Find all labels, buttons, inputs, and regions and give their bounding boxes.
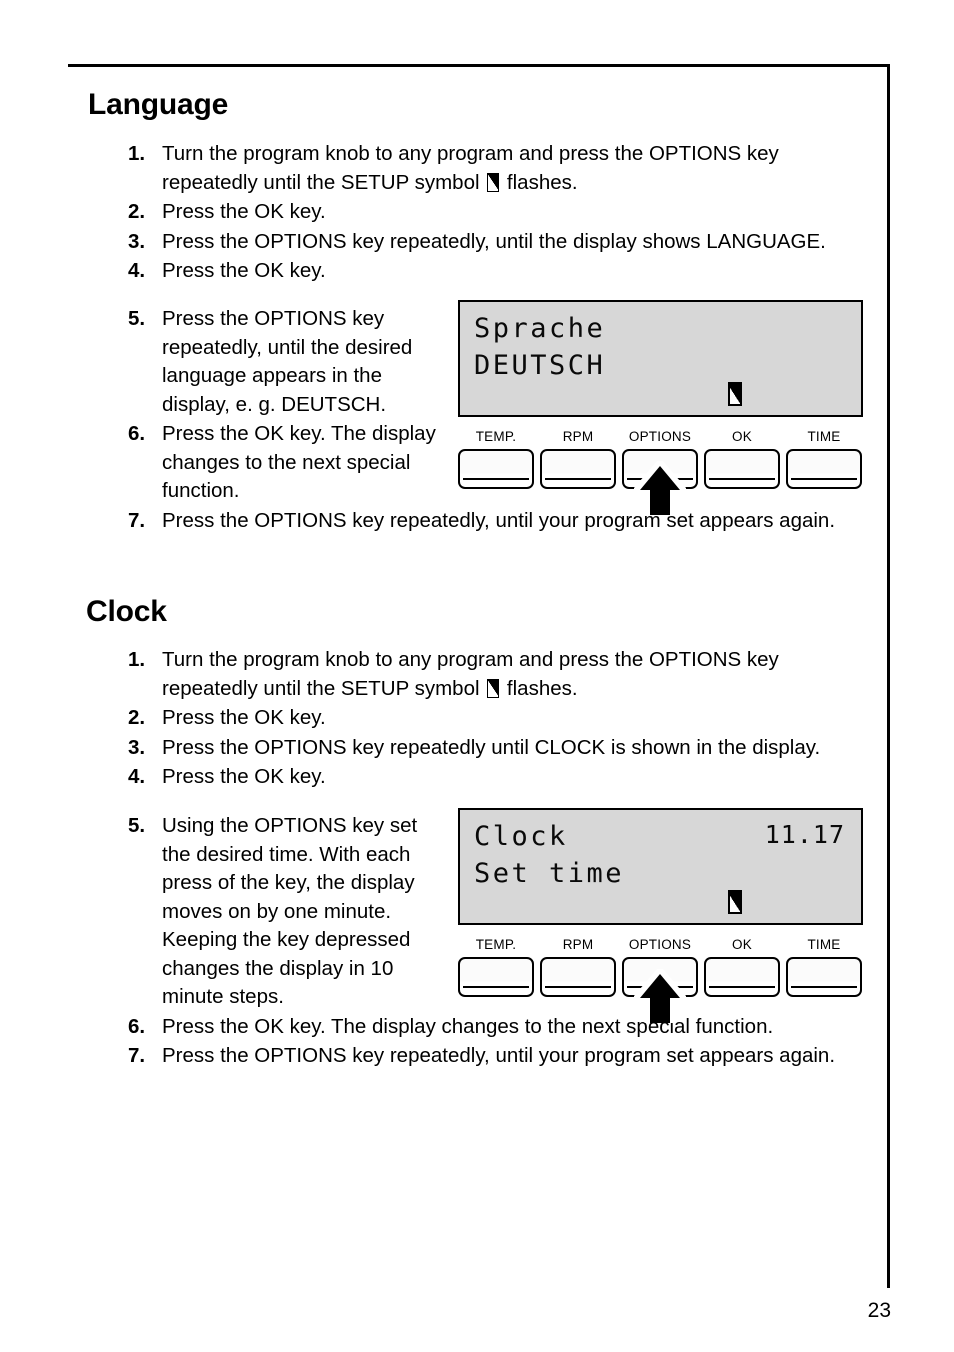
step-text: Press the OK key. The display changes to… (162, 422, 436, 502)
pointer-arrow-icon (634, 461, 686, 515)
key-label-temp: TEMP. (475, 937, 517, 952)
key-label-ok: OK (732, 937, 752, 952)
list-item: 7. Press the OPTIONS key repeatedly, unt… (128, 507, 882, 536)
list-item: 4. Press the OK key. (128, 763, 868, 792)
clock-steps-5-7: 5. Using the OPTIONS key set the desired… (128, 812, 835, 1072)
page-right-rule (887, 64, 890, 1288)
time-button[interactable] (786, 449, 862, 489)
step-text: Turn the program knob to any program and… (162, 648, 779, 700)
step-text: Press the OPTIONS key repeatedly, until … (162, 508, 836, 532)
control-panel-illustration-language: Sprache DEUTSCH TEMP. RPM OPTIONS OK TIM… (458, 300, 863, 515)
lcd-setup-symbol-icon (728, 890, 742, 914)
setup-symbol-icon (487, 678, 500, 698)
ok-button[interactable] (704, 957, 780, 997)
lcd-display: Clock 11.17 Set time (458, 808, 863, 925)
key-row: TEMP. RPM OPTIONS OK TIME (458, 937, 863, 1023)
list-item: 7. Press the OPTIONS key repeatedly, unt… (128, 1042, 892, 1071)
key-row: TEMP. RPM OPTIONS OK TIME (458, 429, 863, 515)
lcd-line-1: Sprache (474, 313, 606, 344)
pointer-arrow-icon (634, 969, 686, 1023)
key-label-rpm: RPM (562, 937, 594, 952)
step-number: 2. (128, 200, 146, 223)
lcd-display: Sprache DEUTSCH (458, 300, 863, 417)
lcd-line-1: Clock (474, 821, 568, 852)
key-label-rpm: RPM (562, 429, 594, 444)
step-text: Press the OK key. (162, 706, 326, 729)
step-number: 7. (128, 508, 146, 532)
step-text: Press the OPTIONS key repeatedly, until … (162, 1044, 836, 1067)
list-item: 5. Using the OPTIONS key set the desired… (128, 812, 448, 1012)
temp-button[interactable] (458, 957, 534, 997)
step-number: 4. (128, 259, 146, 282)
rpm-button[interactable] (540, 449, 616, 489)
time-button[interactable] (786, 957, 862, 997)
page-top-rule (68, 64, 890, 67)
step-number: 7. (128, 1044, 146, 1067)
key-label-time: TIME (807, 429, 841, 444)
step-number: 1. (128, 142, 146, 165)
step-text: Press the OPTIONS key repeatedly, until … (162, 307, 413, 416)
key-label-options: OPTIONS (628, 429, 692, 444)
lcd-time-value: 11.17 (764, 820, 845, 849)
step-text: Press the OK key. The display changes to… (162, 1014, 774, 1038)
list-item: 1. Turn the program knob to any program … (128, 646, 868, 703)
language-steps-1-4: 1. Turn the program knob to any program … (128, 140, 868, 287)
section-title-language: Language (88, 88, 229, 121)
ok-button[interactable] (704, 449, 780, 489)
step-number: 2. (128, 706, 146, 729)
step-number: 6. (128, 1014, 146, 1038)
lcd-line-2: DEUTSCH (474, 350, 606, 381)
manual-page: Language 1. Turn the program knob to any… (0, 0, 954, 1352)
list-item: 2. Press the OK key. (128, 704, 868, 733)
control-panel-illustration-clock: Clock 11.17 Set time TEMP. RPM OPTIONS O… (458, 808, 863, 1023)
step-number: 6. (128, 422, 146, 445)
list-item: 1. Turn the program knob to any program … (128, 140, 868, 197)
list-item: 5. Press the OPTIONS key repeatedly, unt… (128, 305, 446, 419)
step-text: Using the OPTIONS key set the desired ti… (162, 814, 418, 1008)
key-label-ok: OK (732, 429, 752, 444)
page-number: 23 (867, 1299, 891, 1322)
step-number: 4. (128, 765, 146, 788)
temp-button[interactable] (458, 449, 534, 489)
step-text: Press the OPTIONS key repeatedly until C… (162, 735, 821, 759)
clock-steps-1-4: 1. Turn the program knob to any program … (128, 646, 868, 793)
step-number: 3. (128, 735, 146, 759)
section-title-clock: Clock (86, 595, 167, 628)
list-item: 2. Press the OK key. (128, 198, 868, 227)
list-item: 3. Press the OPTIONS key repeatedly, unt… (128, 228, 868, 257)
step-number: 3. (128, 229, 146, 253)
lcd-setup-symbol-icon (728, 382, 742, 406)
key-label-options: OPTIONS (628, 937, 692, 952)
step-number: 1. (128, 648, 146, 671)
step-number: 5. (128, 814, 146, 837)
list-item: 6. Press the OK key. The display changes… (128, 1013, 892, 1042)
step-text: Press the OPTIONS key repeatedly, until … (162, 229, 826, 253)
rpm-button[interactable] (540, 957, 616, 997)
list-item: 6. Press the OK key. The display changes… (128, 420, 446, 506)
key-label-time: TIME (807, 937, 841, 952)
step-number: 5. (128, 307, 146, 330)
key-label-temp: TEMP. (475, 429, 517, 444)
step-text: Press the OK key. (162, 765, 326, 788)
step-text: Press the OK key. (162, 259, 326, 282)
list-item: 4. Press the OK key. (128, 257, 868, 286)
language-steps-5-7: 5. Press the OPTIONS key repeatedly, unt… (128, 305, 835, 536)
step-text: Turn the program knob to any program and… (162, 142, 779, 194)
list-item: 3. Press the OPTIONS key repeatedly unti… (128, 734, 868, 763)
step-text: Press the OK key. (162, 200, 326, 223)
setup-symbol-icon (487, 172, 500, 192)
lcd-line-2: Set time (474, 858, 625, 889)
